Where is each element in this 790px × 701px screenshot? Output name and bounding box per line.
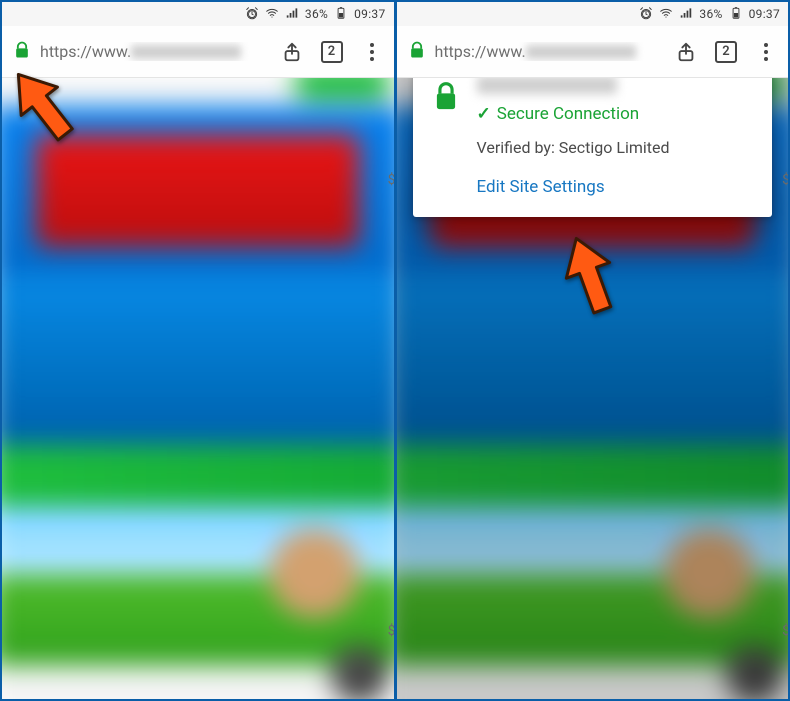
menu-icon — [370, 43, 374, 61]
tabs-button[interactable]: 2 — [710, 36, 742, 68]
status-time: 09:37 — [749, 7, 780, 21]
url-scheme: https://www. — [435, 42, 526, 61]
url-domain-blurred — [131, 45, 241, 59]
url-text[interactable]: https://www. — [40, 42, 268, 61]
signal-icon — [679, 6, 693, 23]
check-icon: ✓ — [477, 104, 491, 124]
url-bar: https://www. 2 — [397, 26, 789, 78]
status-time: 09:37 — [354, 7, 385, 21]
status-bar: 36% 09:37 — [397, 2, 789, 26]
secure-connection-label: Secure Connection — [497, 104, 639, 124]
share-button[interactable] — [670, 36, 702, 68]
edit-site-settings-link[interactable]: Edit Site Settings — [477, 177, 755, 197]
phone-right: 36% 09:37 https://www. 2 — [394, 2, 789, 699]
alarm-icon — [245, 6, 259, 23]
phone-left: 36% 09:37 https://www. 2 — [2, 2, 394, 699]
tab-count: 2 — [715, 41, 737, 63]
share-button[interactable] — [276, 36, 308, 68]
url-domain-blurred — [526, 45, 636, 59]
url-scheme: https://www. — [40, 42, 131, 61]
url-bar: https://www. 2 — [2, 26, 394, 78]
status-bar: 36% 09:37 — [2, 2, 394, 26]
watermark-fragment: $ — [782, 623, 788, 639]
tutorial-frame: 36% 09:37 https://www. 2 — [0, 0, 790, 701]
watermark-fragment: $ — [388, 623, 394, 639]
menu-icon — [764, 43, 768, 61]
battery-icon — [729, 6, 743, 23]
popup-lock-icon — [431, 80, 461, 118]
lock-icon[interactable] — [407, 40, 427, 64]
wifi-icon — [659, 6, 673, 23]
watermark-fragment: $ — [782, 172, 788, 188]
webpage-blurred — [2, 59, 394, 699]
battery-icon — [334, 6, 348, 23]
secure-connection-row: ✓ Secure Connection — [477, 104, 755, 124]
alarm-icon — [639, 6, 653, 23]
url-text[interactable]: https://www. — [435, 42, 663, 61]
signal-icon — [285, 6, 299, 23]
tabs-button[interactable]: 2 — [316, 36, 348, 68]
tab-count: 2 — [321, 41, 343, 63]
wifi-icon — [265, 6, 279, 23]
battery-percent: 36% — [305, 7, 328, 21]
menu-button[interactable] — [750, 36, 782, 68]
watermark-fragment: $ — [388, 172, 394, 188]
popup-site-name-blurred — [477, 76, 617, 94]
battery-percent: 36% — [699, 7, 722, 21]
lock-icon[interactable] — [12, 40, 32, 64]
verified-by-label: Verified by: Sectigo Limited — [477, 138, 755, 157]
menu-button[interactable] — [356, 36, 388, 68]
site-info-popup: ✓ Secure Connection Verified by: Sectigo… — [413, 58, 773, 217]
